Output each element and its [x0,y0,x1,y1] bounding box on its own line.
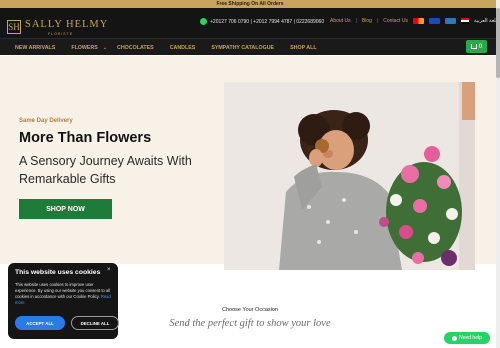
hero-eyebrow: Same Day Delivery [19,118,73,124]
cookie-text: This website uses cookies to improve use… [15,282,115,306]
nav-new-arrivals[interactable]: NEW ARRIVALS [15,45,55,51]
visa-icon [428,18,440,24]
contact-us-link[interactable]: Contact Us [383,18,408,24]
nav-sympathy-catalogue[interactable]: SYMPATHY CATALOGUE [211,45,274,51]
header: SH SALLY HELMY FLORISTE +20127 706 0790 … [0,8,500,38]
cookie-title: This website uses cookies [15,269,101,276]
need-help-button[interactable]: Need help [444,332,490,344]
logo-name[interactable]: SALLY HELMY [25,19,108,30]
cart-icon [470,44,477,49]
nav-candles[interactable]: CANDLES [170,45,196,51]
nav-flowers[interactable]: FLOWERS [71,45,97,51]
close-icon[interactable]: × [107,267,111,273]
announcement-text: Free Shipping On All Orders [216,1,284,7]
cookie-banner: This website uses cookies × This website… [8,263,119,339]
cookie-description: This website uses cookies to improve use… [15,282,111,299]
about-us-link[interactable]: About Us [330,18,351,24]
contact-phones[interactable]: +20127 706 0790 | +2012 7994 4787 | 0222… [200,18,324,25]
scrollbar-thumb[interactable] [496,8,500,78]
decline-all-button[interactable]: DECLINE ALL [71,316,119,330]
logo-subtitle: FLORISTE [48,32,74,36]
hero-title: More Than Flowers [19,130,152,146]
divider: | [355,18,357,24]
egypt-flag-icon[interactable] [460,18,469,24]
phone-numbers[interactable]: +20127 706 0790 | +2012 7994 4787 | 0222… [210,19,324,25]
nav-chocolates[interactable]: CHOCOLATES [117,45,154,51]
nav-shop-all[interactable]: SHOP ALL [290,45,317,51]
hero-subtitle: A Sensory Journey Awaits With Remarkable… [19,154,192,186]
divider: | [376,18,379,24]
whatsapp-icon [200,18,207,25]
shop-now-button[interactable]: SHOP NOW [19,199,112,219]
cart-button[interactable]: 0 [466,40,487,53]
logo-monogram[interactable]: SH [7,20,21,34]
whatsapp-icon [452,335,458,341]
need-help-label: Need help [459,335,482,341]
hero-image [224,82,475,270]
cart-count: 0 [478,43,483,50]
blog-link[interactable]: Blog [362,18,372,24]
hero-photo-illustration [224,82,475,270]
language-switch[interactable]: اللغة العربية [474,18,499,24]
announcement-bar: Free Shipping On All Orders [0,0,500,8]
main-nav: NEW ARRIVALS FLOWERS ⌄ CHOCOLATES CANDLE… [0,38,500,55]
amex-icon [444,18,456,24]
header-links: About Us | Blog | Contact Us اللغة العرب… [330,18,499,24]
chevron-down-icon[interactable]: ⌄ [103,45,107,51]
mastercard-icon [412,18,424,24]
scrollbar[interactable] [496,0,500,348]
accept-all-button[interactable]: ACCEPT ALL [15,316,65,330]
